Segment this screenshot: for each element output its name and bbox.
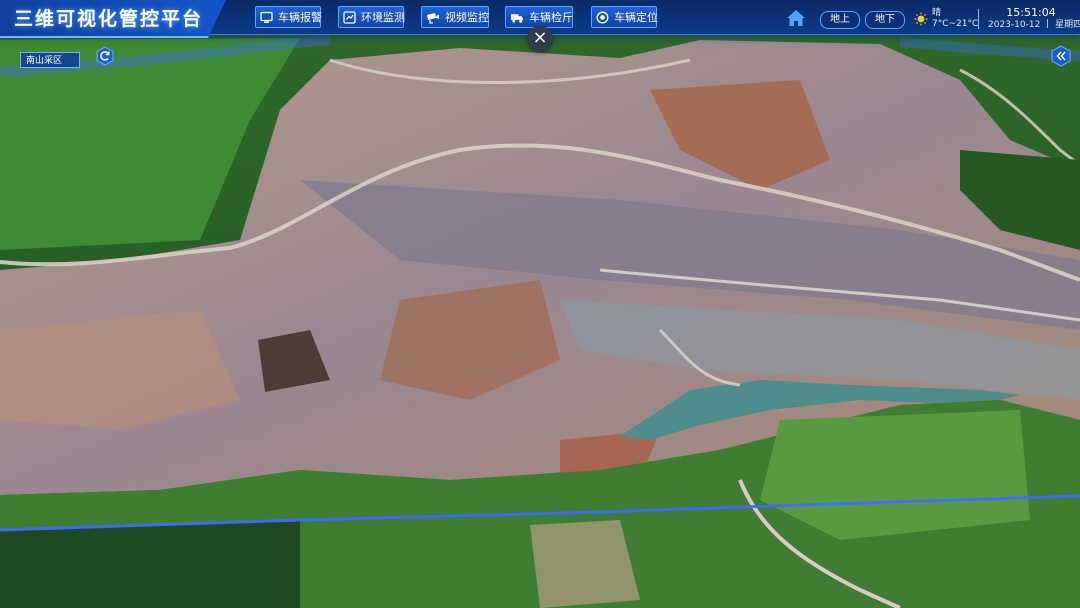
weather-condition: 晴 [932,8,942,18]
nav-vehicle-alarm-button[interactable]: 车辆报警 [255,6,322,28]
datetime-readout: 15:51:04 2023-10-12 星期四 [988,6,1080,32]
home-button[interactable] [786,8,806,28]
nav-video-button[interactable]: 视频监控 [421,6,489,28]
collapse-panel-button[interactable] [1050,45,1072,67]
nav-weighing-label: 车辆检斤 [529,11,573,24]
clock-date: 2023-10-12 [988,20,1041,30]
home-icon [787,10,805,26]
header-divider [978,9,979,29]
alarm-monitor-icon [260,10,273,24]
nav-environment-button[interactable]: 环境监测 [338,6,405,28]
sun-icon [914,11,928,26]
region-selector[interactable]: 南山采区 [20,52,80,68]
clock-time: 15:51:04 [1006,6,1056,19]
nav-vehicle-alarm-label: 车辆报警 [278,11,322,24]
double-chevron-left-icon [1051,45,1071,67]
nav-positioning-button[interactable]: 车辆定位 [591,6,658,28]
clock-weekday: 星期四 [1055,20,1080,30]
clock-date-line: 2023-10-12 星期四 [988,19,1080,32]
refresh-icon [96,46,114,66]
reset-view-button[interactable] [95,46,115,66]
quarry-aerial-map[interactable] [0,0,1080,608]
weather-readout: 晴 7°C~21°C [932,8,978,30]
truck-icon [510,10,524,24]
nav-video-label: 视频监控 [445,11,489,24]
title-plate: 三维可视化管控平台 [0,0,226,38]
date-divider [1047,19,1049,28]
nav-weighing-button[interactable]: 车辆检斤 [505,6,573,28]
nav-environment-label: 环境监测 [361,11,405,24]
layer-above-ground-button[interactable]: 地上 [820,11,860,29]
location-target-icon [596,10,609,24]
layer-underground-button[interactable]: 地下 [865,11,905,29]
close-button[interactable]: × [527,26,553,52]
camera-icon [426,10,440,24]
app-title: 三维可视化管控平台 [14,8,204,30]
nav-positioning-label: 车辆定位 [614,11,658,24]
environment-screen-icon [343,10,356,24]
weather-temperature: 7°C~21°C [932,19,979,29]
